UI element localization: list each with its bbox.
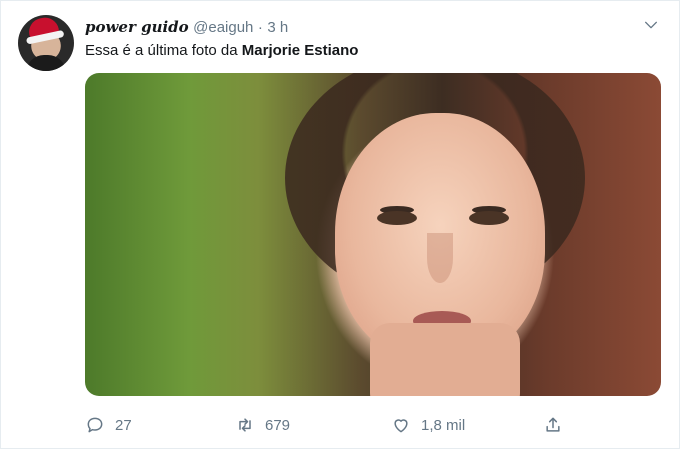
tweet-card: power guido @eaiguh · 3 h Essa é a últim… bbox=[0, 0, 680, 449]
santa-hat bbox=[26, 15, 60, 39]
reply-count: 27 bbox=[115, 416, 132, 434]
like-count: 1,8 mil bbox=[421, 416, 466, 434]
share-icon bbox=[546, 417, 560, 432]
like-button[interactable]: 1,8 mil bbox=[391, 411, 465, 439]
retweet-icon bbox=[239, 418, 251, 432]
meta-separator: · bbox=[257, 19, 263, 36]
author-name[interactable]: power guido bbox=[85, 18, 189, 36]
share-button[interactable] bbox=[543, 411, 573, 439]
chevron-down-icon[interactable] bbox=[643, 17, 659, 33]
avatar[interactable] bbox=[18, 15, 74, 71]
tweet-time[interactable]: 3 h bbox=[267, 19, 288, 36]
tweet-text: Essa é a última foto da Marjorie Estiano bbox=[85, 41, 358, 61]
heart-icon bbox=[394, 419, 408, 433]
tweet-actions: 27 679 1,8 mil bbox=[85, 411, 585, 439]
tweet-text-bold: Marjorie Estiano bbox=[241, 42, 359, 59]
retweet-count: 679 bbox=[265, 416, 291, 434]
reply-button[interactable]: 27 bbox=[85, 411, 132, 439]
photo-left-eye bbox=[377, 211, 417, 225]
comment-icon bbox=[87, 417, 103, 433]
photo-neck bbox=[370, 323, 520, 396]
retweet-button[interactable]: 679 bbox=[235, 411, 290, 439]
avatar-shirt bbox=[26, 55, 66, 71]
photo-right-eye bbox=[469, 211, 509, 225]
author-handle[interactable]: @eaiguh bbox=[193, 19, 253, 36]
tweet-text-prefix: Essa é a última foto da bbox=[85, 42, 242, 59]
tweet-header: power guido @eaiguh · 3 h bbox=[85, 17, 288, 37]
photo-nose bbox=[427, 233, 453, 283]
tweet-photo[interactable] bbox=[85, 73, 661, 396]
